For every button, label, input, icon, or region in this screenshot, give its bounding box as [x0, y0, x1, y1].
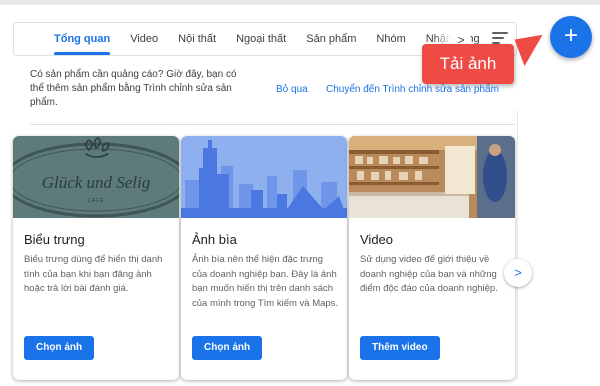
divider [30, 124, 515, 125]
cover-sample-image [181, 136, 347, 218]
cover-card-title: Ảnh bìa [192, 232, 237, 247]
svg-text:CAFE: CAFE [87, 198, 104, 204]
carousel-next-chevron-icon[interactable]: > [504, 259, 532, 287]
choose-logo-button[interactable]: Chọn ảnh [24, 336, 95, 360]
video-card: Video Sử dụng video để giới thiệu về doa… [349, 136, 515, 380]
logo-card-title: Biểu trưng [24, 232, 85, 247]
choose-cover-button[interactable]: Chọn ảnh [192, 336, 263, 360]
video-card-title: Video [360, 232, 394, 247]
tab-products[interactable]: Sản phẩm [296, 23, 366, 55]
video-sample-image [349, 136, 515, 218]
content-right-border [517, 110, 518, 380]
cover-photo-card: Ảnh bìa Ảnh bìa nên thể hiện đặc trưng c… [181, 136, 347, 380]
product-editor-notice: Có sản phẩm cần quảng cáo? Giờ đây, bạn … [30, 69, 237, 108]
tab-interior[interactable]: Nội thất [168, 23, 226, 55]
video-card-description: Sử dụng video để giới thiệu về doanh ngh… [360, 254, 498, 294]
cover-card-description: Ảnh bìa nên thể hiện đặc trưng của doanh… [192, 254, 339, 309]
add-photo-fab-button[interactable]: + [550, 16, 592, 58]
logo-card: Glück und Selig CAFE Biểu trưng Biểu trư… [13, 136, 179, 380]
svg-text:Glück und Selig: Glück und Selig [42, 173, 151, 192]
tab-team[interactable]: Nhóm [366, 23, 415, 55]
add-video-button[interactable]: Thêm video [360, 336, 440, 360]
top-border [0, 0, 600, 5]
go-to-product-editor-link[interactable]: Chuyển đến Trình chỉnh sửa sản phẩm [326, 84, 499, 95]
tab-exterior[interactable]: Ngoại thất [226, 23, 296, 55]
tab-video[interactable]: Video [120, 23, 168, 55]
tab-overview[interactable]: Tổng quan [44, 23, 120, 55]
logo-card-description: Biểu trưng dùng để hiển thị danh tính củ… [24, 254, 163, 294]
skip-link[interactable]: Bỏ qua [276, 84, 308, 95]
logo-sample-image: Glück und Selig CAFE [13, 136, 179, 218]
upload-photo-callout: Tải ảnh [422, 44, 514, 84]
